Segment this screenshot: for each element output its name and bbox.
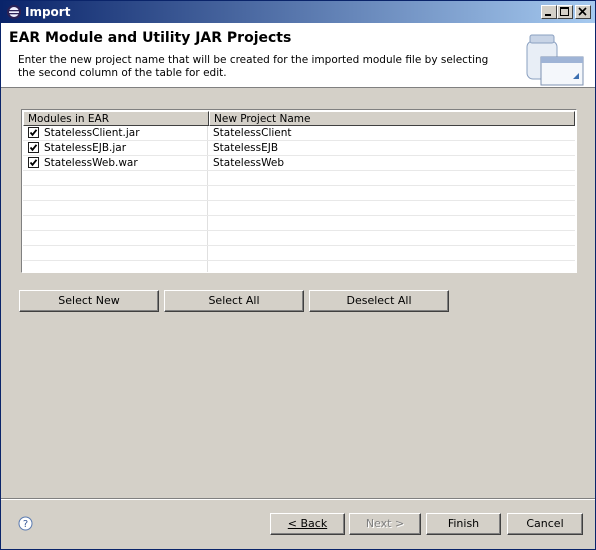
table-row[interactable]: StatelessEJB.jar StatelessEJB <box>23 141 575 156</box>
modules-table[interactable]: Modules in EAR New Project Name Stateles… <box>21 109 577 273</box>
window-title: Import <box>25 5 71 19</box>
table-row[interactable]: StatelessClient.jar StatelessClient <box>23 126 575 141</box>
column-header-modules[interactable]: Modules in EAR <box>23 111 209 126</box>
empty-row <box>23 231 575 246</box>
maximize-icon <box>560 7 569 16</box>
jar-import-icon <box>526 34 584 86</box>
empty-row <box>23 246 575 261</box>
finish-button[interactable]: Finish <box>426 513 501 535</box>
project-name-cell[interactable]: StatelessWeb <box>213 156 284 170</box>
close-button[interactable] <box>575 5 591 19</box>
module-name: StatelessWeb.war <box>44 157 138 169</box>
next-button[interactable]: Next > <box>349 513 421 535</box>
title-bar[interactable]: Import <box>1 1 595 23</box>
back-button[interactable]: < Back <box>270 513 345 535</box>
wizard-header: EAR Module and Utility JAR Projects Ente… <box>1 23 595 88</box>
table-row[interactable]: StatelessWeb.war StatelessWeb <box>23 156 575 171</box>
deselect-all-button[interactable]: Deselect All <box>309 290 449 312</box>
module-checkbox[interactable] <box>28 142 39 153</box>
minimize-button[interactable] <box>541 5 557 19</box>
select-new-button[interactable]: Select New <box>19 290 159 312</box>
page-title: EAR Module and Utility JAR Projects <box>9 30 292 46</box>
minimize-icon <box>545 14 551 16</box>
column-header-project-name[interactable]: New Project Name <box>209 111 575 126</box>
help-icon[interactable]: ? <box>18 516 33 531</box>
maximize-button[interactable] <box>557 5 573 19</box>
page-description: Enter the new project name that will be … <box>18 54 489 79</box>
close-icon <box>578 7 587 16</box>
empty-row <box>23 186 575 201</box>
table-header: Modules in EAR New Project Name <box>23 111 575 126</box>
import-dialog: Import EAR Module and Utility JAR Projec… <box>0 0 596 550</box>
project-name-cell[interactable]: StatelessEJB <box>213 141 278 155</box>
project-name-cell[interactable]: StatelessClient <box>213 126 292 140</box>
empty-row <box>23 171 575 186</box>
cancel-button[interactable]: Cancel <box>507 513 583 535</box>
checkmark-icon <box>29 129 38 137</box>
module-checkbox[interactable] <box>28 127 39 138</box>
empty-row <box>23 201 575 216</box>
back-label: < Back <box>287 517 328 530</box>
eclipse-icon <box>7 5 21 19</box>
module-checkbox[interactable] <box>28 157 39 168</box>
module-name: StatelessEJB.jar <box>44 142 127 154</box>
module-name: StatelessClient.jar <box>44 127 140 139</box>
checkmark-icon <box>29 144 38 152</box>
checkmark-icon <box>29 159 38 167</box>
select-all-button[interactable]: Select All <box>164 290 304 312</box>
footer-separator <box>1 498 595 500</box>
svg-text:?: ? <box>23 519 28 530</box>
empty-row <box>23 216 575 231</box>
